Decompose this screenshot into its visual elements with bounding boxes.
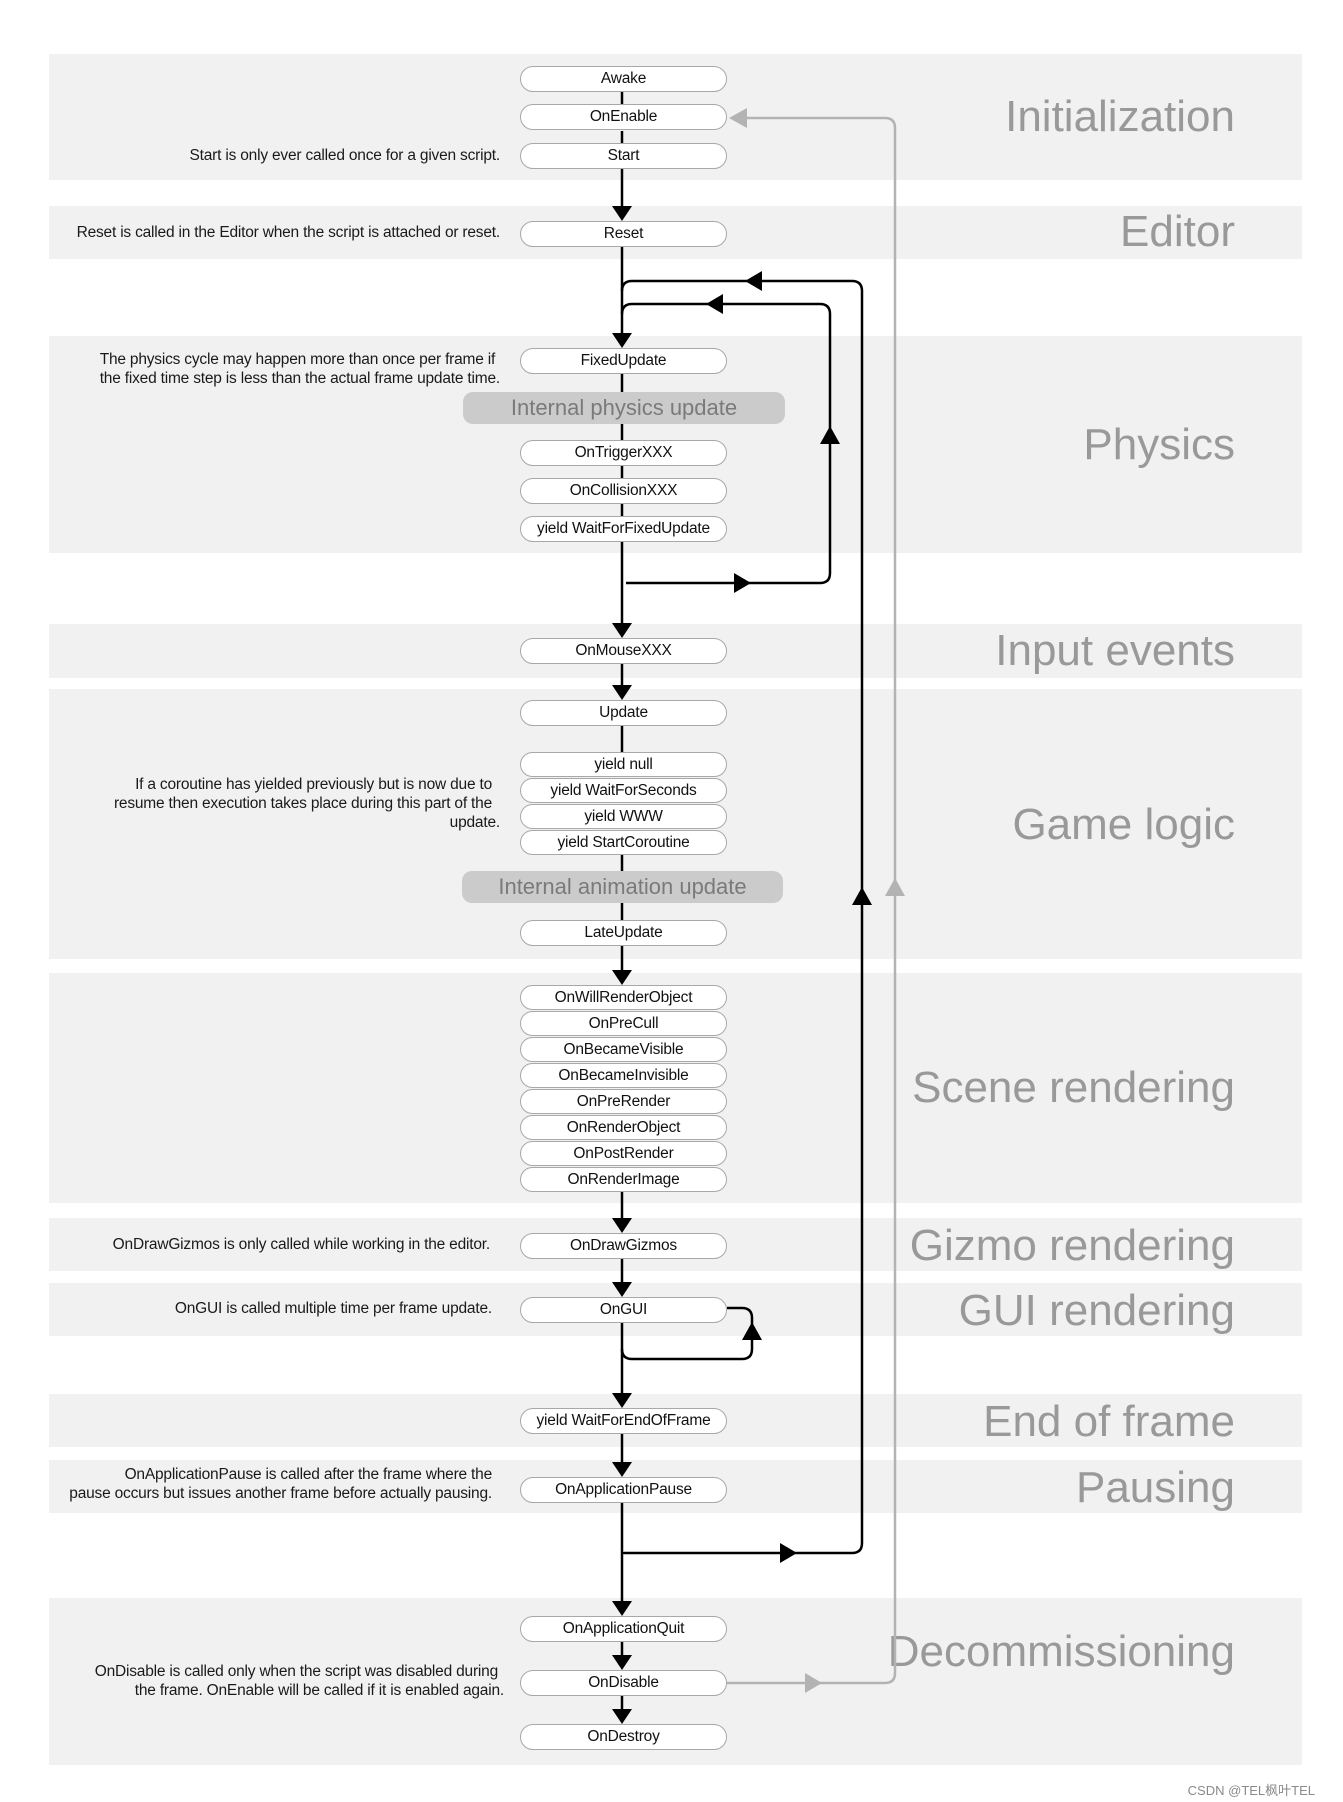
arrowhead-outer-top (745, 271, 762, 291)
arrowhead-ondrawgizmos (612, 1218, 632, 1233)
node-onrenderobject: OnRenderObject (520, 1115, 727, 1140)
node-ondisable: OnDisable (520, 1670, 727, 1696)
arrowhead-outer-up (852, 887, 872, 905)
node-onprerender: OnPreRender (520, 1089, 727, 1114)
arrowhead-outer-bottom (780, 1543, 797, 1563)
node-waitforendofframe: yield WaitForEndOfFrame (520, 1408, 727, 1434)
node-ondrawgizmos: OnDrawGizmos (520, 1233, 727, 1259)
arrowhead-waitforendofframe (612, 1393, 632, 1408)
arrowhead-fixedupdate (612, 333, 632, 348)
arrowhead-onwillrender (612, 970, 632, 985)
node-yield-www: yield WWW (520, 804, 727, 829)
arrowhead-onapplicationquit (612, 1601, 632, 1616)
node-reset: Reset (520, 221, 727, 247)
node-onapplicationquit: OnApplicationQuit (520, 1616, 727, 1642)
node-lateupdate: LateUpdate (520, 920, 727, 946)
node-onpostrender: OnPostRender (520, 1141, 727, 1166)
node-onmouse: OnMouseXXX (520, 638, 727, 664)
node-oncollision: OnCollisionXXX (520, 478, 727, 504)
arrowhead-onenable-gray (729, 108, 747, 128)
arrowhead-gui-up (742, 1322, 762, 1340)
node-startcoroutine: yield StartCoroutine (520, 830, 727, 855)
node-onprecull: OnPreCull (520, 1011, 727, 1036)
arrowhead-physics-up (820, 426, 840, 444)
node-awake: Awake (520, 66, 727, 92)
arrowhead-reset (612, 206, 632, 221)
node-onenable: OnEnable (520, 104, 727, 130)
node-onrenderimage: OnRenderImage (520, 1167, 727, 1192)
node-ondestroy: OnDestroy (520, 1724, 727, 1750)
arrowhead-gray-right (805, 1673, 822, 1693)
node-onbecameinvisible: OnBecameInvisible (520, 1063, 727, 1088)
node-onwillrenderobject: OnWillRenderObject (520, 985, 727, 1010)
arrowhead-ongui (612, 1282, 632, 1297)
node-waitforfixedupdate: yield WaitForFixedUpdate (520, 516, 727, 542)
node-onbecamevisible: OnBecameVisible (520, 1037, 727, 1062)
arrowhead-physics-bottom (734, 573, 751, 593)
node-ongui: OnGUI (520, 1297, 727, 1323)
node-update: Update (520, 700, 727, 726)
arrowhead-ondestroy (612, 1709, 632, 1724)
node-onapplicationpause: OnApplicationPause (520, 1477, 727, 1503)
node-start: Start (520, 143, 727, 169)
node-yield-null: yield null (520, 752, 727, 777)
arrowhead-onmouse (612, 623, 632, 638)
node-ontrigger: OnTriggerXXX (520, 440, 727, 466)
arrowhead-onapplicationpause (612, 1462, 632, 1477)
node-fixedupdate: FixedUpdate (520, 348, 727, 374)
internal-animation-update: Internal animation update (462, 871, 783, 903)
arrowhead-ondisable (612, 1655, 632, 1670)
arrowhead-physics-top (706, 294, 723, 314)
arrowhead-update (612, 685, 632, 700)
arrowhead-gray-up (885, 878, 905, 896)
node-waitforseconds: yield WaitForSeconds (520, 778, 727, 803)
internal-physics-update: Internal physics update (463, 392, 785, 424)
